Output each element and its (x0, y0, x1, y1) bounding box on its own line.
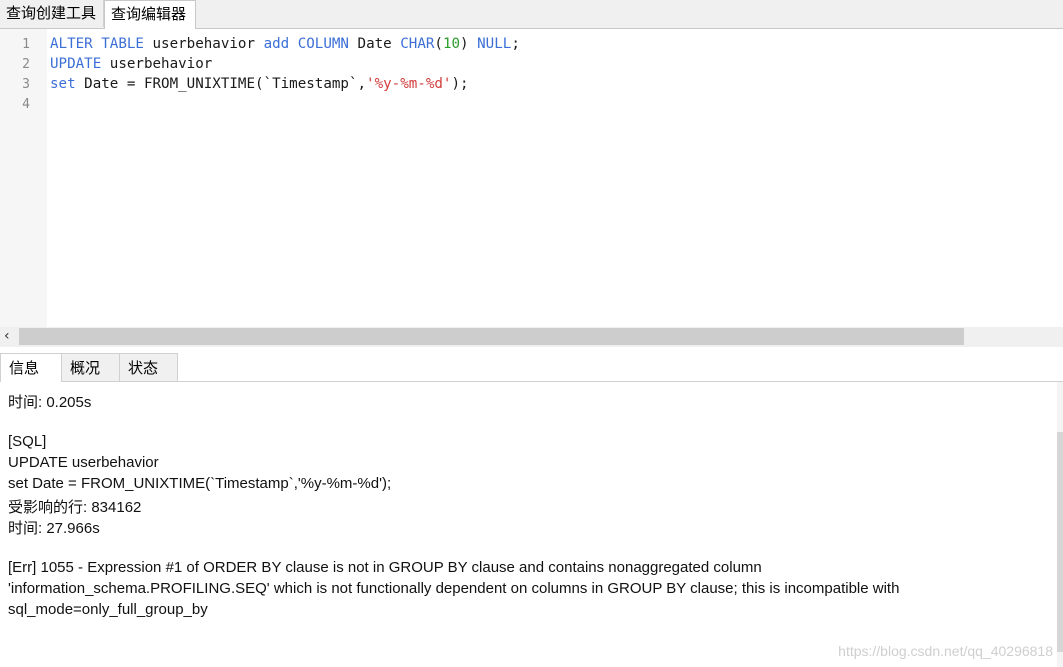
result-line: 时间: 0.205s (8, 394, 92, 411)
code-token: CHAR (400, 36, 435, 52)
vertical-scrollbar[interactable] (1057, 382, 1063, 667)
code-token: ; (511, 36, 520, 52)
code-token: ); (451, 76, 469, 92)
code-token: Date = FROM_UNIXTIME(`Timestamp`, (75, 76, 367, 92)
code-line[interactable]: ALTER TABLE userbehavior add COLUMN Date… (50, 36, 520, 52)
scrollbar-thumb[interactable] (1057, 432, 1063, 652)
scrollbar-thumb[interactable] (19, 328, 964, 345)
query-tab-bar: 查询创建工具 查询编辑器 (0, 0, 1063, 29)
result-line: 受影响的行: 834162 (8, 499, 142, 516)
sql-editor[interactable]: 1 2 3 4 ALTER TABLE userbehavior add COL… (0, 29, 1063, 327)
line-number-gutter: 1 2 3 4 (0, 29, 47, 327)
tab-query-editor[interactable]: 查询编辑器 (104, 0, 196, 29)
code-token: ) (460, 36, 478, 52)
line-number: 3 (22, 77, 30, 92)
code-token: ALTER TABLE (50, 36, 144, 52)
line-number: 1 (22, 37, 30, 52)
line-number: 2 (22, 57, 30, 72)
code-token: add COLUMN (263, 36, 349, 52)
watermark: https://blog.csdn.net/qq_40296818 (838, 643, 1053, 659)
result-line: [SQL] (8, 433, 47, 450)
code-token: 10 (442, 36, 461, 52)
code-line[interactable]: set Date = FROM_UNIXTIME(`Timestamp`,'%y… (50, 76, 469, 92)
error-line: sql_mode=only_full_group_by (8, 601, 208, 618)
code-token: NULL (477, 36, 512, 52)
tab-overview[interactable]: 概况 (61, 353, 120, 381)
tab-status[interactable]: 状态 (119, 353, 178, 381)
scroll-left-icon[interactable]: ‹ (4, 328, 10, 344)
code-token: ( (434, 36, 443, 52)
code-token: '%y-%m-%d' (366, 76, 452, 92)
result-line: UPDATE userbehavior (8, 454, 159, 471)
code-line[interactable]: UPDATE userbehavior (50, 56, 212, 72)
tab-info[interactable]: 信息 (0, 353, 62, 382)
result-line: set Date = FROM_UNIXTIME(`Timestamp`,'%y… (8, 475, 392, 492)
error-line: 'information_schema.PROFILING.SEQ' which… (8, 580, 900, 597)
message-output: 时间: 0.205s [SQL] UPDATE userbehavior set… (0, 382, 1063, 667)
result-tab-bar: 信息 概况 状态 (0, 351, 1063, 382)
code-token: UPDATE (50, 56, 102, 72)
error-line: [Err] 1055 - Expression #1 of ORDER BY c… (8, 559, 762, 576)
line-number: 4 (22, 97, 30, 112)
code-token: userbehavior (101, 56, 213, 72)
code-token: set (50, 76, 76, 92)
code-token: userbehavior (143, 36, 264, 52)
code-token: Date (348, 36, 401, 52)
tab-query-builder[interactable]: 查询创建工具 (0, 0, 104, 27)
result-line: 时间: 27.966s (8, 520, 100, 537)
horizontal-scrollbar[interactable]: ‹ (0, 327, 1063, 347)
